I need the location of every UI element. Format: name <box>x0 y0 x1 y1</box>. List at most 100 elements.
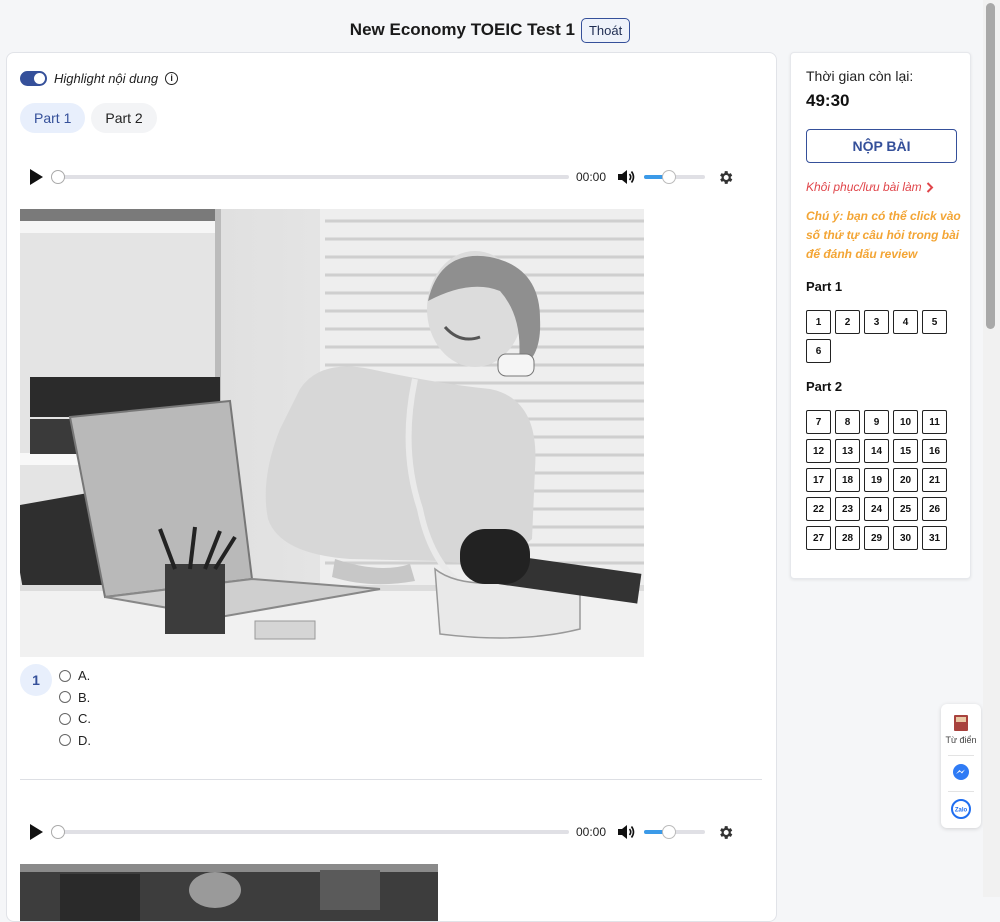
volume-icon[interactable] <box>616 168 636 186</box>
dictionary-button[interactable]: Từ điển <box>941 714 981 745</box>
zalo-icon: Zalo <box>951 799 971 819</box>
test-sidebar: Thời gian còn lại: 49:30 NỘP BÀI Khôi ph… <box>790 52 971 579</box>
question-nav-button[interactable]: 24 <box>864 497 889 521</box>
question-grid-part-1: 1 2 3 4 5 6 <box>806 310 947 363</box>
sidebar-part-2-label: Part 2 <box>806 379 843 394</box>
answer-option-b[interactable]: B. <box>59 687 91 709</box>
question-photo <box>20 209 644 657</box>
question-nav-button[interactable]: 10 <box>893 410 918 434</box>
audio-seek-bar[interactable] <box>51 825 569 839</box>
messenger-icon <box>953 764 969 780</box>
volume-handle[interactable] <box>662 825 676 839</box>
answer-option-d[interactable]: D. <box>59 730 91 752</box>
question-divider <box>20 779 762 780</box>
question-panel: Highlight nội dung i Part 1 Part 2 00:00 <box>6 52 777 922</box>
question-nav-button[interactable]: 17 <box>806 468 831 492</box>
question-grid-part-2: 7 8 9 10 11 12 13 14 15 16 17 18 19 20 2… <box>806 410 947 550</box>
info-icon[interactable]: i <box>165 72 179 85</box>
settings-gear-icon[interactable] <box>717 824 734 841</box>
volume-icon[interactable] <box>616 823 636 841</box>
seek-handle[interactable] <box>51 170 65 184</box>
dictionary-label: Từ điển <box>945 735 977 745</box>
answer-option-c[interactable]: C. <box>59 708 91 730</box>
tab-part-2[interactable]: Part 2 <box>91 103 157 133</box>
zalo-label: Zalo <box>955 808 968 814</box>
question-nav-button[interactable]: 16 <box>922 439 947 463</box>
question-nav-button[interactable]: 22 <box>806 497 831 521</box>
question-nav-button[interactable]: 30 <box>893 526 918 550</box>
highlight-toggle[interactable] <box>20 71 47 86</box>
question-nav-button[interactable]: 14 <box>864 439 889 463</box>
volume-handle[interactable] <box>662 170 676 184</box>
audio-player: 00:00 <box>20 817 755 847</box>
question-nav-button[interactable]: 31 <box>922 526 947 550</box>
question-nav-button[interactable]: 15 <box>893 439 918 463</box>
question-nav-button[interactable]: 1 <box>806 310 831 334</box>
audio-time: 00:00 <box>576 170 607 184</box>
question-photo <box>20 864 438 921</box>
answer-options: A. B. C. D. <box>59 665 91 751</box>
question-nav-button[interactable]: 8 <box>835 410 860 434</box>
radio-d[interactable] <box>59 734 71 747</box>
option-label: D. <box>78 732 91 748</box>
seek-handle[interactable] <box>51 825 65 839</box>
highlight-label: Highlight nội dung <box>54 71 159 86</box>
floating-contact-widget: Từ điển Zalo <box>941 704 981 828</box>
tab-part-1[interactable]: Part 1 <box>20 103 86 133</box>
widget-divider <box>948 791 974 792</box>
question-nav-button[interactable]: 13 <box>835 439 860 463</box>
volume-slider[interactable] <box>644 170 705 184</box>
volume-slider[interactable] <box>644 825 705 839</box>
option-label: B. <box>78 689 91 705</box>
messenger-button[interactable] <box>941 763 981 781</box>
question-nav-button[interactable]: 23 <box>835 497 860 521</box>
widget-divider <box>948 755 974 756</box>
restore-label: Khôi phục/lưu bài làm <box>806 180 922 194</box>
audio-time: 00:00 <box>576 825 607 839</box>
question-nav-button[interactable]: 29 <box>864 526 889 550</box>
review-note: Chú ý: bạn có thể click vào số thứ tự câ… <box>806 209 961 261</box>
part-tabs: Part 1 Part 2 <box>20 103 157 133</box>
option-label: A. <box>78 668 91 684</box>
question-nav-button[interactable]: 26 <box>922 497 947 521</box>
question-nav-button[interactable]: 19 <box>864 468 889 492</box>
page-scrollbar-thumb[interactable] <box>986 3 995 329</box>
question-number[interactable]: 1 <box>20 664 52 696</box>
audio-seek-bar[interactable] <box>51 170 569 184</box>
timer-value: 49:30 <box>806 91 850 110</box>
test-header: New Economy TOEIC Test 1 Thoát <box>0 14 980 46</box>
question-nav-button[interactable]: 20 <box>893 468 918 492</box>
question-nav-button[interactable]: 25 <box>893 497 918 521</box>
question-nav-button[interactable]: 21 <box>922 468 947 492</box>
restore-save-link[interactable]: Khôi phục/lưu bài làm <box>806 180 934 194</box>
question-nav-button[interactable]: 12 <box>806 439 831 463</box>
question-nav-button[interactable]: 6 <box>806 339 831 363</box>
answer-option-a[interactable]: A. <box>59 665 91 687</box>
question-nav-button[interactable]: 7 <box>806 410 831 434</box>
question-nav-button[interactable]: 28 <box>835 526 860 550</box>
audio-player: 00:00 <box>20 162 755 192</box>
zalo-button[interactable]: Zalo <box>941 799 981 819</box>
dictionary-book-icon <box>954 715 968 731</box>
chevron-right-icon <box>926 181 934 193</box>
timer-label: Thời gian còn lại: <box>806 68 914 84</box>
question-nav-button[interactable]: 5 <box>922 310 947 334</box>
test-title: New Economy TOEIC Test 1 <box>349 20 575 39</box>
question-nav-button[interactable]: 9 <box>864 410 889 434</box>
question-nav-button[interactable]: 27 <box>806 526 831 550</box>
radio-b[interactable] <box>59 691 71 704</box>
highlight-row: Highlight nội dung i <box>20 71 179 86</box>
question-nav-button[interactable]: 18 <box>835 468 860 492</box>
radio-a[interactable] <box>59 669 71 682</box>
radio-c[interactable] <box>59 712 71 725</box>
submit-button[interactable]: NỘP BÀI <box>806 129 957 163</box>
exit-button[interactable]: Thoát <box>580 17 631 43</box>
play-icon[interactable] <box>30 824 43 840</box>
question-nav-button[interactable]: 2 <box>835 310 860 334</box>
question-nav-button[interactable]: 11 <box>922 410 947 434</box>
question-nav-button[interactable]: 3 <box>864 310 889 334</box>
question-nav-button[interactable]: 4 <box>893 310 918 334</box>
option-label: C. <box>78 711 91 727</box>
settings-gear-icon[interactable] <box>717 169 734 186</box>
play-icon[interactable] <box>30 169 43 185</box>
